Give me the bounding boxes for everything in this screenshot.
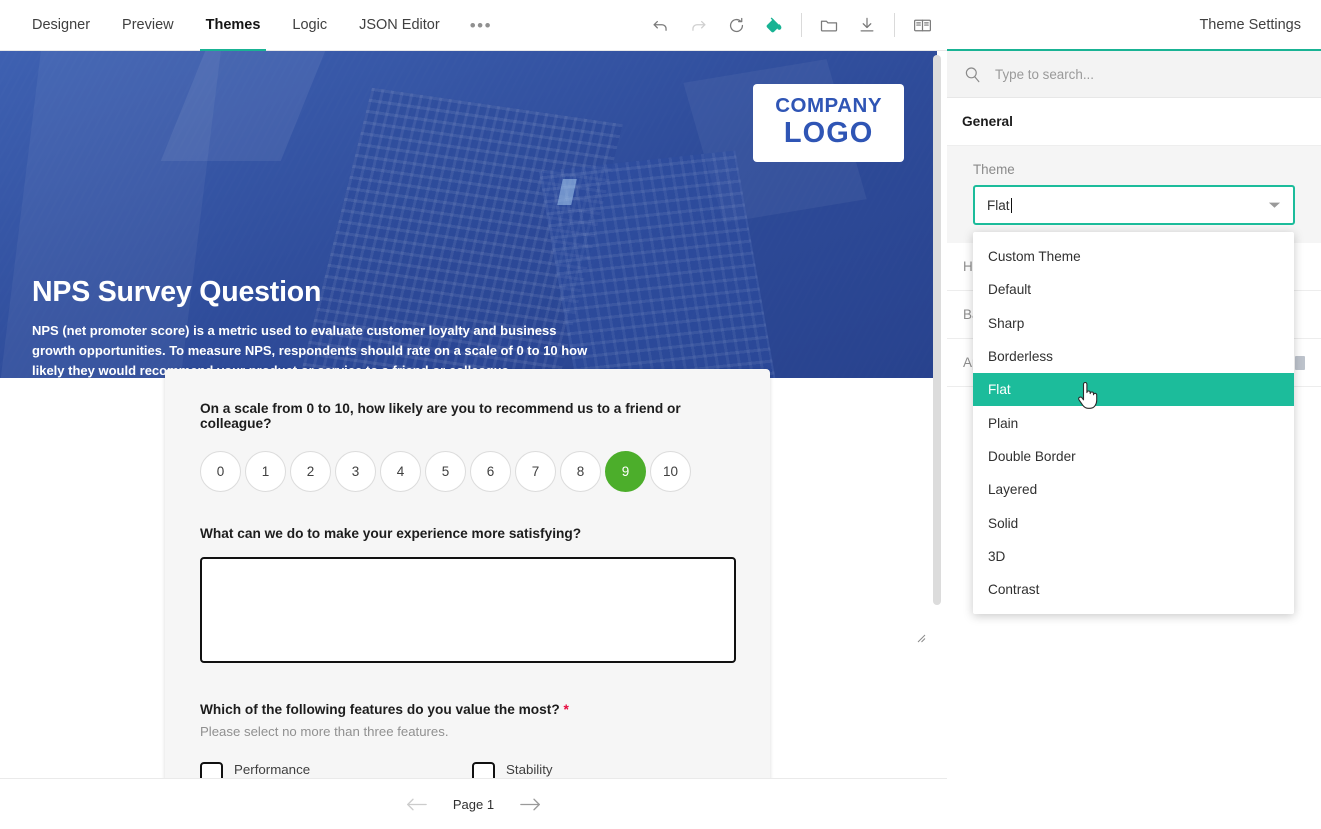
rating-option-0[interactable]: 0 bbox=[200, 451, 241, 492]
toolbar-divider bbox=[894, 13, 895, 37]
folder-icon[interactable] bbox=[810, 6, 848, 44]
theme-option-custom-theme[interactable]: Custom Theme bbox=[973, 240, 1294, 273]
rating-option-3[interactable]: 3 bbox=[335, 451, 376, 492]
theme-option-contrast[interactable]: Contrast bbox=[973, 573, 1294, 606]
rating-option-7[interactable]: 7 bbox=[515, 451, 556, 492]
chevron-down-icon[interactable] bbox=[1268, 201, 1281, 209]
undo-icon[interactable] bbox=[641, 6, 679, 44]
rating-option-10[interactable]: 10 bbox=[650, 451, 691, 492]
logo-line-1: COMPANY bbox=[775, 96, 882, 117]
page-navigation: Page 1 bbox=[0, 778, 947, 829]
rating-option-6[interactable]: 6 bbox=[470, 451, 511, 492]
canvas-scrollbar-thumb[interactable] bbox=[933, 55, 941, 605]
checkbox-question-subtitle: Please select no more than three feature… bbox=[200, 724, 735, 739]
rating-question-title: On a scale from 0 to 10, how likely are … bbox=[200, 401, 735, 431]
theme-panel-header: Theme Settings bbox=[947, 0, 1321, 51]
rating-option-8[interactable]: 8 bbox=[560, 451, 601, 492]
paint-bucket-icon[interactable] bbox=[755, 6, 793, 44]
theme-search-bar[interactable] bbox=[947, 51, 1321, 98]
survey-title: NPS Survey Question bbox=[32, 276, 592, 309]
resize-grip-icon bbox=[914, 631, 926, 643]
theme-option-borderless[interactable]: Borderless bbox=[973, 340, 1294, 373]
tab-json-editor[interactable]: JSON Editor bbox=[343, 0, 456, 51]
tab-themes[interactable]: Themes bbox=[190, 0, 277, 51]
search-icon bbox=[963, 65, 982, 84]
question-comment: What can we do to make your experience m… bbox=[200, 526, 735, 668]
rating-scale: 0 1 2 3 4 5 6 7 8 9 10 bbox=[200, 451, 735, 492]
toolbar-divider bbox=[801, 13, 802, 37]
rating-option-2[interactable]: 2 bbox=[290, 451, 331, 492]
checkbox-question-text: Which of the following features do you v… bbox=[200, 702, 560, 717]
company-logo: COMPANY LOGO bbox=[753, 84, 904, 162]
editor-pane: Designer Preview Themes Logic JSON Edito… bbox=[0, 0, 947, 829]
required-asterisk: * bbox=[564, 702, 569, 717]
survey-page-card: On a scale from 0 to 10, how likely are … bbox=[165, 369, 770, 829]
rating-option-9[interactable]: 9 bbox=[605, 451, 646, 492]
question-rating: On a scale from 0 to 10, how likely are … bbox=[200, 401, 735, 492]
app-root: Designer Preview Themes Logic JSON Edito… bbox=[0, 0, 1321, 829]
page-label: Page 1 bbox=[453, 797, 494, 812]
theme-group-general[interactable]: General bbox=[947, 98, 1321, 146]
toolbar-actions bbox=[641, 0, 947, 51]
tab-logic[interactable]: Logic bbox=[276, 0, 343, 51]
theme-select-input[interactable]: Flat bbox=[973, 185, 1295, 225]
tab-designer[interactable]: Designer bbox=[16, 0, 106, 51]
tab-preview[interactable]: Preview bbox=[106, 0, 190, 51]
theme-field-label: Theme bbox=[973, 162, 1295, 177]
text-cursor bbox=[1011, 198, 1012, 213]
theme-option-layered[interactable]: Layered bbox=[973, 473, 1294, 506]
rating-option-4[interactable]: 4 bbox=[380, 451, 421, 492]
top-toolbar: Designer Preview Themes Logic JSON Edito… bbox=[0, 0, 947, 51]
redo-icon[interactable] bbox=[679, 6, 717, 44]
theme-option-double-border[interactable]: Double Border bbox=[973, 440, 1294, 473]
theme-option-sharp[interactable]: Sharp bbox=[973, 307, 1294, 340]
section-toggle-icon[interactable] bbox=[1295, 356, 1305, 370]
theme-settings-panel: Theme Settings General Theme Flat He bbox=[947, 0, 1321, 829]
theme-option-3d[interactable]: 3D bbox=[973, 540, 1294, 573]
reset-icon[interactable] bbox=[717, 6, 755, 44]
survey-header-text: NPS Survey Question NPS (net promoter sc… bbox=[32, 276, 592, 378]
checkbox-question-title: Which of the following features do you v… bbox=[200, 702, 735, 717]
tab-bar: Designer Preview Themes Logic JSON Edito… bbox=[0, 0, 506, 51]
theme-general-body: Theme Flat bbox=[947, 146, 1321, 243]
theme-panel-title: Theme Settings bbox=[1199, 17, 1301, 33]
survey-canvas: COMPANY LOGO NPS Survey Question NPS (ne… bbox=[0, 51, 947, 829]
survey-header-banner: COMPANY LOGO NPS Survey Question NPS (ne… bbox=[0, 51, 937, 378]
arrow-left-icon[interactable] bbox=[406, 797, 427, 812]
theme-option-solid[interactable]: Solid bbox=[973, 506, 1294, 539]
canvas-scrollbar[interactable] bbox=[933, 55, 941, 825]
logo-line-2: LOGO bbox=[775, 119, 882, 148]
theme-select-value: Flat bbox=[987, 198, 1010, 213]
theme-dropdown-list: Custom Theme Default Sharp Borderless Fl… bbox=[973, 232, 1294, 614]
theme-option-plain[interactable]: Plain bbox=[973, 406, 1294, 439]
preview-book-icon[interactable] bbox=[903, 6, 941, 44]
theme-option-flat[interactable]: Flat bbox=[973, 373, 1294, 406]
theme-option-default[interactable]: Default bbox=[973, 273, 1294, 306]
rating-option-1[interactable]: 1 bbox=[245, 451, 286, 492]
arrow-right-icon[interactable] bbox=[520, 797, 541, 812]
comment-textarea[interactable] bbox=[200, 557, 736, 663]
comment-question-title: What can we do to make your experience m… bbox=[200, 526, 735, 541]
download-icon[interactable] bbox=[848, 6, 886, 44]
rating-option-5[interactable]: 5 bbox=[425, 451, 466, 492]
tab-overflow-menu[interactable]: ••• bbox=[456, 0, 506, 51]
search-input[interactable] bbox=[995, 67, 1275, 82]
